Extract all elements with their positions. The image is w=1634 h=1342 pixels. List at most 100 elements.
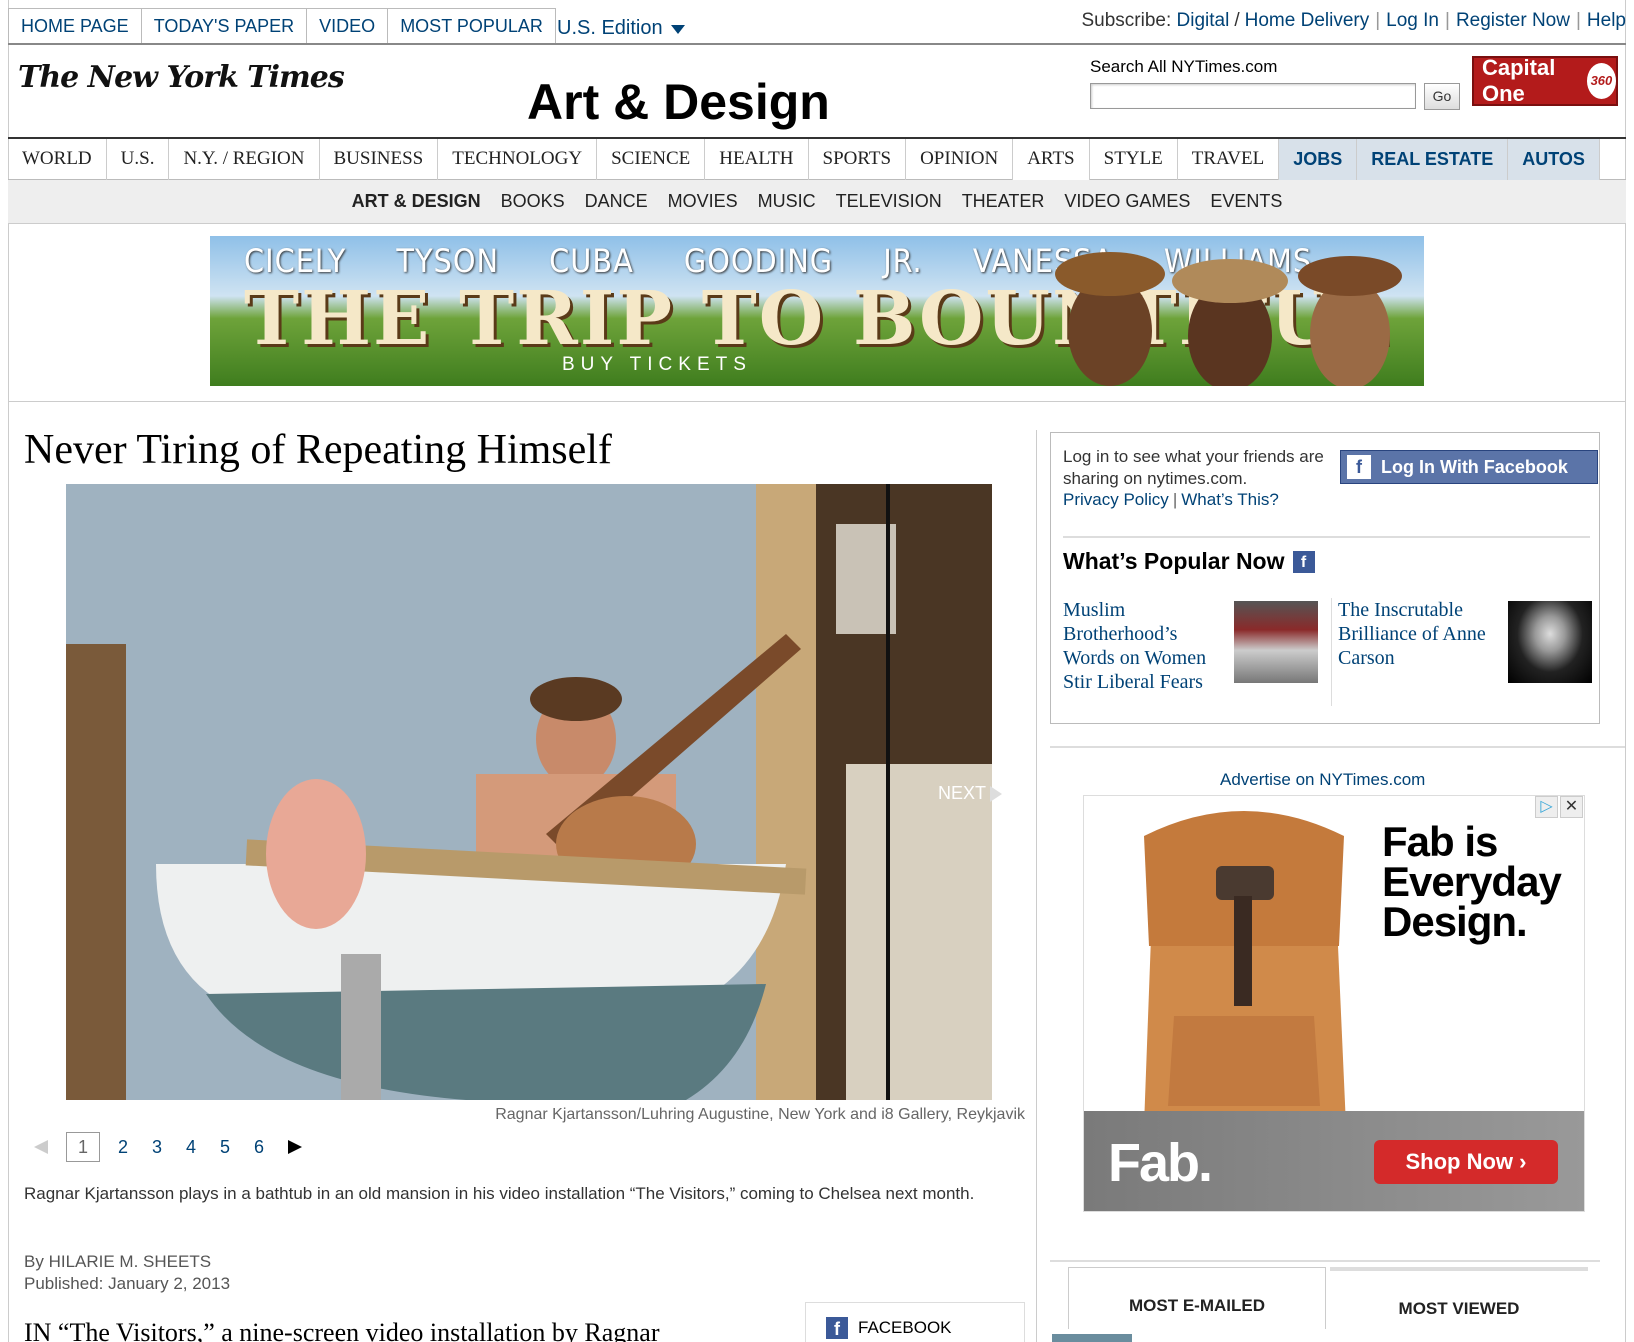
nyt-logo[interactable]: The New York Times <box>18 60 345 95</box>
banner-ad[interactable]: CICELY TYSON CUBA GOODING JR. VANESSA WI… <box>210 236 1424 386</box>
sponsor-name: Capital One <box>1482 55 1556 106</box>
subnav-dance[interactable]: DANCE <box>585 191 648 212</box>
subnav-movies[interactable]: MOVIES <box>668 191 738 212</box>
top-nav: HOME PAGE TODAY'S PAPER VIDEO MOST POPUL… <box>8 8 556 44</box>
edition-label: U.S. Edition <box>557 17 663 39</box>
article-headline: Never Tiring of Repeating Himself <box>24 427 612 473</box>
subnav-music[interactable]: MUSIC <box>758 191 816 212</box>
help-link[interactable]: Help <box>1587 10 1626 32</box>
byline-prefix: By <box>24 1252 44 1271</box>
fab-ad-headline: Fab is Everyday Design. <box>1382 818 1562 945</box>
subnav-events[interactable]: EVENTS <box>1210 191 1282 212</box>
banner-ad-portraits <box>1055 252 1402 386</box>
log-in-link[interactable]: Log In <box>1386 10 1439 32</box>
section-health[interactable]: HEALTH <box>705 139 809 181</box>
pager-page-6[interactable]: 6 <box>242 1137 276 1158</box>
section-us[interactable]: U.S. <box>107 139 170 181</box>
list-item-thumbnail[interactable] <box>1052 1334 1132 1342</box>
popular-item-thumbnail[interactable] <box>1234 601 1318 683</box>
pager-page-4[interactable]: 4 <box>174 1137 208 1158</box>
photo-pager: 1 2 3 4 5 6 <box>34 1132 302 1162</box>
section-sports[interactable]: SPORTS <box>809 139 907 181</box>
section-jobs[interactable]: JOBS <box>1279 139 1358 181</box>
section-arts[interactable]: ARTS <box>1013 139 1090 181</box>
sub-nav: ART & DESIGN BOOKS DANCE MOVIES MUSIC TE… <box>8 180 1626 224</box>
facebook-icon: f <box>826 1316 848 1339</box>
article-photo[interactable] <box>66 484 992 1100</box>
fab-logo: Fab. <box>1108 1133 1213 1193</box>
section-world[interactable]: WORLD <box>8 139 107 181</box>
shop-now-label: Shop Now <box>1405 1149 1514 1174</box>
advertise-link[interactable]: Advertise on NYTimes.com <box>1220 770 1425 790</box>
popular-now-heading: What’s Popular Now f <box>1063 548 1315 575</box>
popular-item-link[interactable]: Muslim Brotherhood’s Words on Women Stir… <box>1063 598 1233 694</box>
popular-item-thumbnail[interactable] <box>1508 601 1592 683</box>
subnav-television[interactable]: TELEVISION <box>836 191 942 212</box>
prev-arrow-icon[interactable] <box>34 1140 48 1154</box>
tab-most-emailed[interactable]: MOST E-MAILED <box>1068 1267 1326 1329</box>
author-name[interactable]: HILARIE M. SHEETS <box>49 1252 211 1271</box>
util-nav: Subscribe: Digital / Home Delivery | Log… <box>1081 10 1626 32</box>
nav-todays-paper[interactable]: TODAY'S PAPER <box>142 9 308 43</box>
register-link[interactable]: Register Now <box>1456 10 1570 32</box>
next-label: NEXT <box>938 783 987 803</box>
tab-most-viewed[interactable]: MOST VIEWED <box>1330 1267 1588 1329</box>
facebook-login-button[interactable]: f Log In With Facebook <box>1340 450 1598 484</box>
banner-ad-cta: BUY TICKETS <box>562 354 752 375</box>
divider <box>1050 746 1625 748</box>
subnav-art-design[interactable]: ART & DESIGN <box>352 191 481 212</box>
social-links: Privacy Policy | What’s This? <box>1063 490 1279 509</box>
photo-caption: Ragnar Kjartansson plays in a bathtub in… <box>24 1184 975 1203</box>
whats-this-link[interactable]: What’s This? <box>1181 490 1279 509</box>
section-real-estate[interactable]: REAL ESTATE <box>1357 139 1509 181</box>
pager-page-2[interactable]: 2 <box>106 1137 140 1158</box>
ad-info-icon[interactable]: ▷ <box>1535 796 1558 818</box>
subscribe-label: Subscribe: <box>1081 10 1172 31</box>
next-arrow-icon[interactable] <box>288 1140 302 1154</box>
subscribe-digital-link[interactable]: Digital <box>1177 10 1230 32</box>
privacy-policy-link[interactable]: Privacy Policy <box>1063 490 1169 509</box>
facebook-icon: f <box>1292 550 1315 573</box>
sponsor-badge: 360 <box>1586 63 1616 99</box>
close-icon[interactable]: ✕ <box>1560 796 1583 818</box>
share-facebook-button[interactable]: f FACEBOOK <box>805 1302 1025 1342</box>
section-style[interactable]: STYLE <box>1090 139 1178 181</box>
search-input[interactable] <box>1090 83 1416 109</box>
pager-page-5[interactable]: 5 <box>208 1137 242 1158</box>
article-lede: IN “The Visitors,” a nine-screen video i… <box>24 1318 660 1342</box>
page-title: Art & Design <box>527 74 830 130</box>
ad-controls: ▷ ✕ <box>1535 796 1583 820</box>
divider <box>1331 598 1332 706</box>
sponsor-logo[interactable]: Capital One 360 <box>1472 55 1618 106</box>
section-technology[interactable]: TECHNOLOGY <box>438 139 598 181</box>
shop-now-button[interactable]: Shop Now › <box>1374 1140 1558 1184</box>
pager-page-3[interactable]: 3 <box>140 1137 174 1158</box>
nav-home-page[interactable]: HOME PAGE <box>9 9 142 43</box>
section-ny-region[interactable]: N.Y. / REGION <box>169 139 320 181</box>
publish-date: Published: January 2, 2013 <box>24 1274 231 1293</box>
divider <box>8 43 1626 45</box>
subnav-video-games[interactable]: VIDEO GAMES <box>1064 191 1190 212</box>
photo-credit: Ragnar Kjartansson/Luhring Augustine, Ne… <box>495 1106 1025 1123</box>
search-label: Search All NYTimes.com <box>1090 57 1278 76</box>
section-travel[interactable]: TRAVEL <box>1178 139 1280 181</box>
section-science[interactable]: SCIENCE <box>597 139 706 181</box>
section-business[interactable]: BUSINESS <box>320 139 439 181</box>
nav-most-popular[interactable]: MOST POPULAR <box>388 9 555 43</box>
nav-video[interactable]: VIDEO <box>307 9 389 43</box>
pager-page-1[interactable]: 1 <box>66 1132 100 1162</box>
subnav-books[interactable]: BOOKS <box>501 191 565 212</box>
divider <box>8 401 1626 402</box>
chevron-down-icon <box>670 25 685 34</box>
edition-selector[interactable]: U.S. Edition <box>557 17 685 40</box>
search-go-button[interactable]: Go <box>1424 83 1460 110</box>
popular-item-link[interactable]: The Inscrutable Brilliance of Anne Carso… <box>1338 598 1508 670</box>
section-opinion[interactable]: OPINION <box>906 139 1014 181</box>
play-arrow-icon <box>990 785 1003 802</box>
section-nav: WORLD U.S. N.Y. / REGION BUSINESS TECHNO… <box>8 137 1626 181</box>
next-photo-button[interactable]: NEXT <box>938 783 1003 804</box>
section-autos[interactable]: AUTOS <box>1508 139 1600 181</box>
facebook-icon: f <box>1347 455 1371 479</box>
subnav-theater[interactable]: THEATER <box>962 191 1045 212</box>
home-delivery-link[interactable]: Home Delivery <box>1245 10 1370 32</box>
